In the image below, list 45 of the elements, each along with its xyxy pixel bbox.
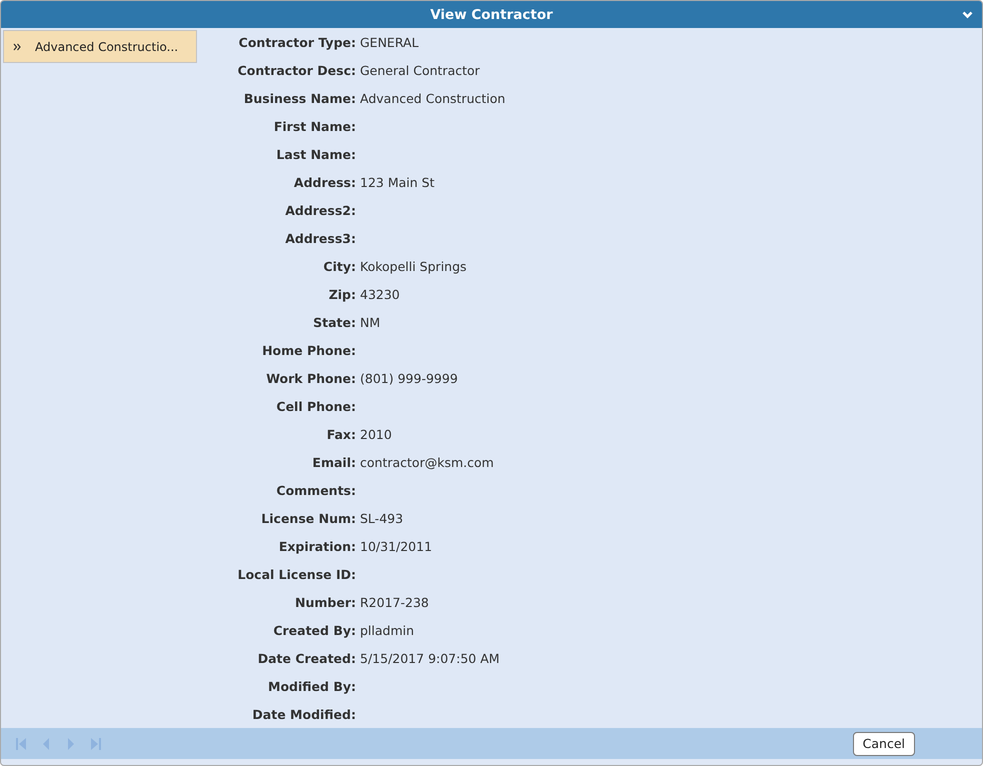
field-label: Date Modified: — [251, 706, 356, 722]
field-label: Business Name: — [242, 90, 356, 106]
field-label: Date Created: — [256, 650, 356, 666]
field-label: Work Phone: — [265, 370, 356, 386]
field-value: Advanced Construction — [360, 90, 506, 106]
field-label: Number: — [294, 594, 356, 610]
field-label: Zip: — [328, 286, 356, 302]
field-label: First Name: — [272, 118, 356, 134]
field-value: R2017-238 — [360, 594, 430, 610]
field-value: Kokopelli Springs — [360, 258, 468, 274]
field-value: GENERAL — [360, 34, 420, 50]
field-value: General Contractor — [360, 62, 481, 78]
field-value: SL-493 — [360, 510, 404, 526]
field-value: NM — [360, 314, 382, 330]
field-value: plladmin — [360, 622, 416, 638]
field-label: Created By: — [272, 622, 356, 638]
field-label: City: — [322, 258, 356, 274]
field-value: 5/15/2017 9:07:50 AM — [360, 650, 501, 666]
field-label: Address: — [292, 174, 356, 190]
field-label: Contractor Type: — [238, 34, 356, 50]
field-label: Last Name: — [275, 146, 356, 162]
field-label: Contractor Desc: — [236, 62, 356, 78]
double-chevron-icon — [13, 42, 21, 51]
chevron-down-icon[interactable] — [962, 11, 973, 19]
field-value: contractor@ksm.com — [360, 454, 495, 470]
field-label: Cell Phone: — [275, 398, 356, 414]
window-title: View Contractor — [430, 6, 553, 23]
field-label: Home Phone: — [261, 342, 356, 358]
field-value: 43230 — [360, 286, 401, 302]
field-label: Address2: — [284, 202, 356, 218]
field-label: Local License ID: — [236, 566, 356, 582]
field-label: State: — [312, 314, 356, 330]
field-value: 10/31/2011 — [360, 538, 434, 554]
field-label: Expiration: — [278, 538, 356, 554]
field-label: Address3: — [284, 230, 356, 246]
field-label: Email: — [311, 454, 356, 470]
field-value: 2010 — [360, 426, 393, 442]
field-label: Comments: — [275, 482, 356, 498]
field-label: License Num: — [260, 510, 356, 526]
field-value: (801) 999-9999 — [360, 370, 459, 386]
field-label: Modified By: — [267, 678, 356, 694]
sidebar-item[interactable]: Advanced Constructio... — [3, 30, 197, 64]
cancel-button[interactable]: Cancel — [852, 732, 915, 756]
field-value: 123 Main St — [360, 174, 436, 190]
field-label: Fax: — [326, 426, 356, 442]
